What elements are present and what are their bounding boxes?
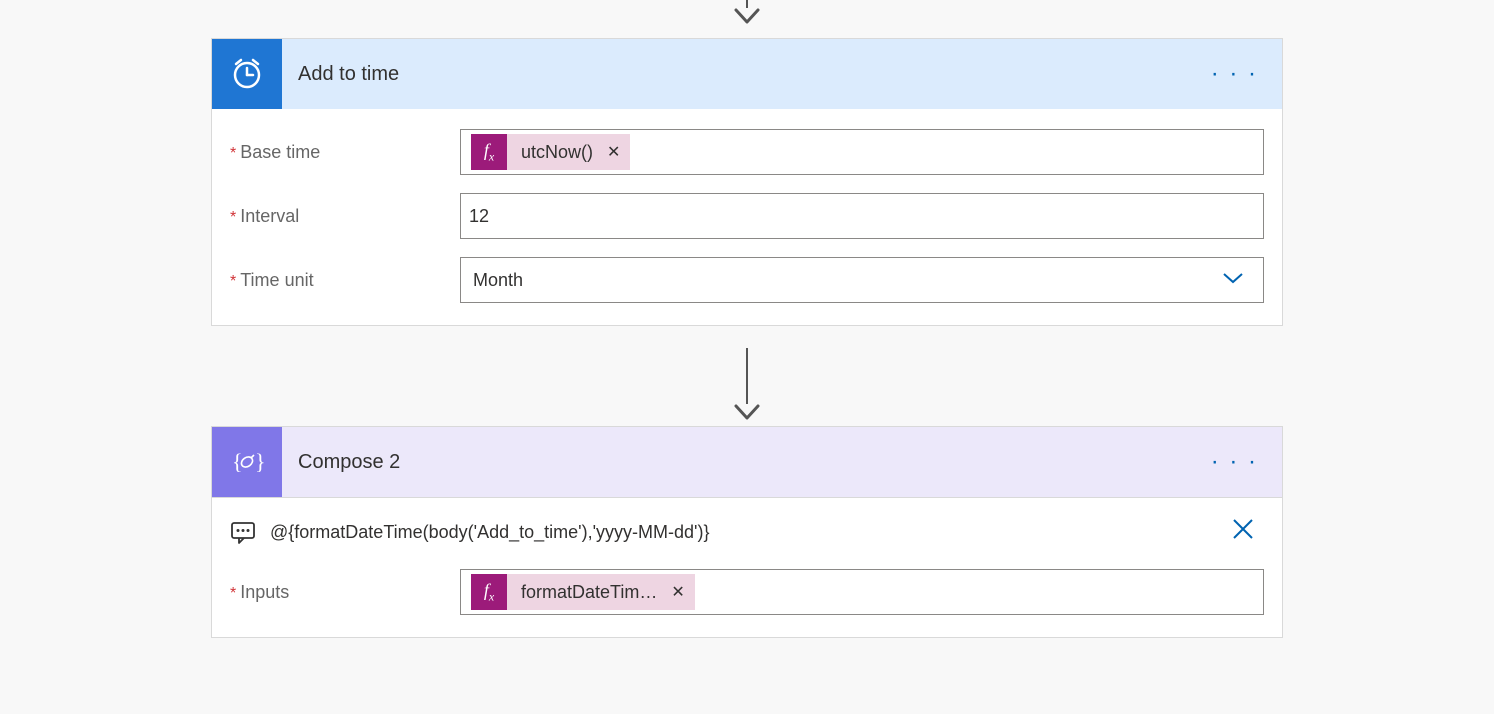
hint-close-button[interactable] [1222, 516, 1264, 549]
svg-text:}: } [255, 449, 266, 474]
token-label: formatDateTim… [507, 582, 667, 603]
fx-icon: fx [471, 134, 507, 170]
label-interval: *Interval [230, 206, 460, 227]
card-add-to-time: Add to time · · · *Base time fx utcNow()… [211, 38, 1283, 326]
row-base-time: *Base time fx utcNow() ✕ [230, 129, 1264, 175]
card-title: Add to time [282, 63, 1187, 86]
row-time-unit: *Time unit Month [230, 257, 1264, 303]
expression-hint-text: @{formatDateTime(body('Add_to_time'),'yy… [270, 522, 1222, 543]
row-interval: *Interval [230, 193, 1264, 239]
field-interval[interactable] [460, 193, 1264, 239]
card-title: Compose 2 [282, 451, 1187, 474]
chevron-down-icon [1221, 271, 1255, 290]
time-unit-value: Month [469, 270, 523, 291]
compose-icon: { } [212, 427, 282, 497]
label-inputs: *Inputs [230, 582, 460, 603]
token-formatdatetime[interactable]: fx formatDateTim… ✕ [471, 574, 695, 610]
flow-arrow-top [732, 0, 762, 26]
label-base-time: *Base time [230, 142, 460, 163]
token-remove-button[interactable]: ✕ [667, 582, 694, 602]
card-menu-button[interactable]: · · · [1187, 60, 1282, 88]
token-label: utcNow() [507, 142, 603, 163]
token-remove-button[interactable]: ✕ [603, 142, 630, 162]
flow-arrow-middle[interactable] [732, 348, 762, 422]
interval-input[interactable] [469, 206, 1255, 227]
label-time-unit: *Time unit [230, 270, 460, 291]
expression-hint-row: @{formatDateTime(body('Add_to_time'),'yy… [212, 498, 1282, 549]
row-inputs: *Inputs fx formatDateTim… ✕ [230, 569, 1264, 615]
fx-icon: fx [471, 574, 507, 610]
card-compose-2: { } Compose 2 · · · @{formatDate [211, 426, 1283, 638]
card-header-compose-2[interactable]: { } Compose 2 · · · [212, 427, 1282, 497]
card-menu-button[interactable]: · · · [1187, 448, 1282, 476]
field-base-time[interactable]: fx utcNow() ✕ [460, 129, 1264, 175]
field-inputs[interactable]: fx formatDateTim… ✕ [460, 569, 1264, 615]
field-time-unit[interactable]: Month [460, 257, 1264, 303]
tooltip-icon [230, 521, 256, 545]
token-utcnow[interactable]: fx utcNow() ✕ [471, 134, 630, 170]
card-header-add-to-time[interactable]: Add to time · · · [212, 39, 1282, 109]
clock-icon [212, 39, 282, 109]
